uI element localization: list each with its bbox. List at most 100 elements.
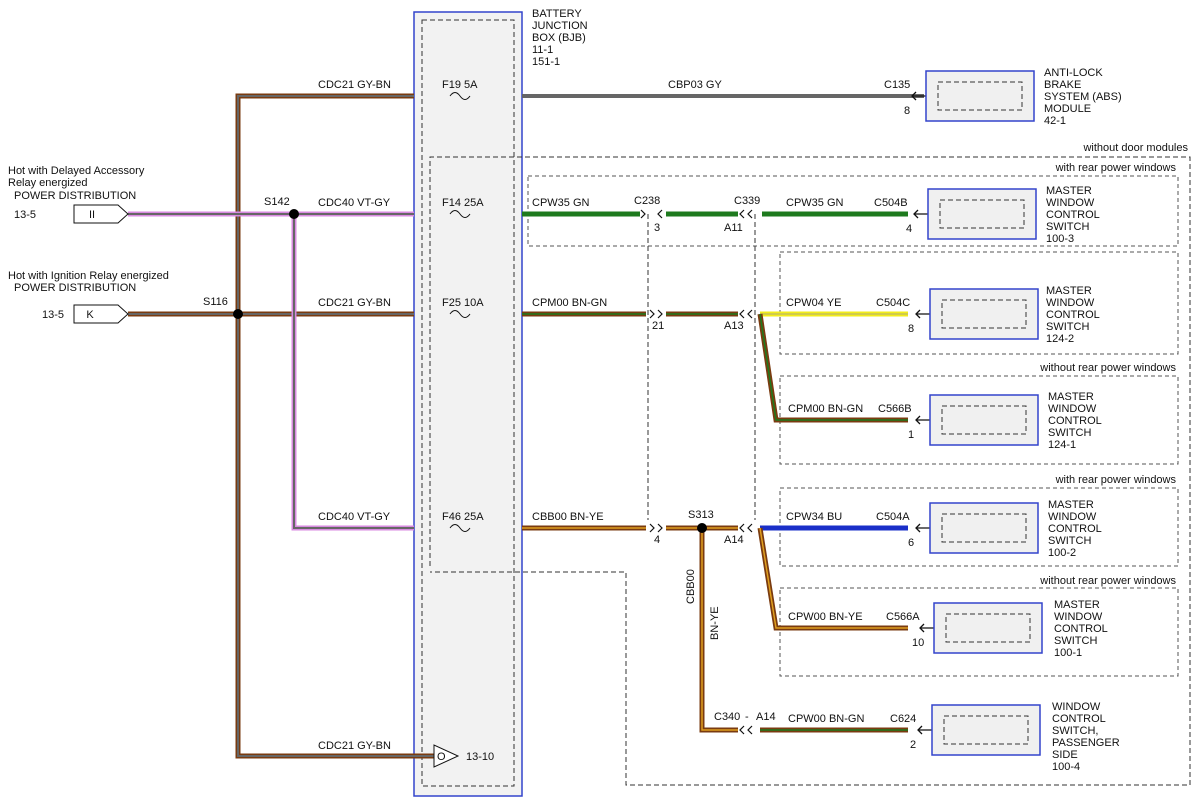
option-label-3: without rear power windows bbox=[1039, 362, 1176, 374]
device-0-box bbox=[925, 70, 1035, 122]
device-3-name-line-1: WINDOW bbox=[1048, 403, 1097, 415]
connector-c238-name: C238 bbox=[634, 195, 660, 207]
device-1-box bbox=[927, 188, 1037, 240]
device-5-name-line-3: SWITCH bbox=[1054, 635, 1097, 647]
bjb-ref-2: 151-1 bbox=[532, 56, 560, 68]
circuit-cpm00-a: CPM00 BN-GN bbox=[532, 297, 607, 309]
splice-s313-dot bbox=[697, 523, 707, 533]
connector-c339-pin: A11 bbox=[724, 222, 743, 234]
device-5-name-line-0: MASTER bbox=[1054, 599, 1100, 611]
device-0-name-line-2: SYSTEM (ABS) bbox=[1044, 91, 1122, 103]
source-1-label: POWER DISTRIBUTION bbox=[14, 190, 136, 202]
circuit-cpw04: CPW04 YE bbox=[786, 297, 841, 309]
wiring-diagram: BATTERY JUNCTION BOX (BJB) 11-1 151-1 wi… bbox=[0, 0, 1200, 806]
source-2-desc-1: Hot with Ignition Relay energized bbox=[8, 270, 169, 282]
circuit-cpw35-b: CPW35 GN bbox=[786, 197, 844, 209]
option-label-2: with rear power windows bbox=[1055, 162, 1177, 174]
source-2-connector bbox=[73, 304, 129, 324]
device-5-connector-name: C566A bbox=[886, 611, 920, 623]
device-0-name-line-3: MODULE bbox=[1044, 103, 1091, 115]
device-5-connector-pin: 10 bbox=[912, 637, 924, 649]
connector-c340-sep: - bbox=[745, 711, 749, 723]
device-3-name-line-3: SWITCH bbox=[1048, 427, 1091, 439]
device-1-name-line-0: MASTER bbox=[1046, 185, 1092, 197]
device-1-name-line-1: WINDOW bbox=[1046, 197, 1095, 209]
device-5-box bbox=[933, 602, 1043, 654]
circuit-cpw00-gn: CPW00 BN-GN bbox=[788, 713, 864, 725]
fuse-label-f14: F14 25A bbox=[442, 197, 484, 209]
device-4-ref: 100-2 bbox=[1048, 547, 1076, 559]
fuse-label-f46: F46 25A bbox=[442, 511, 484, 523]
device-4-connector-name: C504A bbox=[876, 511, 910, 523]
device-1-connector-name: C504B bbox=[874, 197, 908, 209]
connector-c340-name: C340 bbox=[714, 711, 740, 723]
connector-c339-pin-a14: A14 bbox=[724, 534, 744, 546]
source-1-desc-1: Hot with Delayed Accessory bbox=[8, 165, 145, 177]
splice-s313-label: S313 bbox=[688, 509, 714, 521]
connector-c339-name: C339 bbox=[734, 195, 760, 207]
circuit-label-in-5: CDC21 GY-BN bbox=[318, 740, 391, 752]
fuse-label-f25: F25 10A bbox=[442, 297, 484, 309]
connector-c340-pin: A14 bbox=[756, 711, 776, 723]
splice-s142-label: S142 bbox=[264, 196, 290, 208]
device-6-name-line-0: WINDOW bbox=[1052, 701, 1101, 713]
device-4-box bbox=[929, 502, 1039, 554]
device-2-name-line-0: MASTER bbox=[1046, 285, 1092, 297]
circuit-cpw00-ye: CPW00 BN-YE bbox=[788, 611, 863, 623]
device-5-name-line-2: CONTROL bbox=[1054, 623, 1108, 635]
device-2-connector-pin: 8 bbox=[908, 323, 914, 335]
device-1-name-line-3: SWITCH bbox=[1046, 221, 1089, 233]
device-3-name-line-2: CONTROL bbox=[1048, 415, 1102, 427]
circuit-cbp03: CBP03 GY bbox=[668, 79, 722, 91]
bjb-title-3: BOX (BJB) bbox=[532, 32, 586, 44]
source-2-pin: K bbox=[86, 309, 94, 321]
circuit-label-in-2: CDC40 VT-GY bbox=[318, 197, 391, 209]
device-1-connector-pin: 4 bbox=[906, 223, 912, 235]
device-3-ref: 124-1 bbox=[1048, 439, 1076, 451]
circuit-label-in-4: CDC40 VT-GY bbox=[318, 511, 391, 523]
device-0-connector-name: C135 bbox=[884, 79, 910, 91]
device-2-name-line-1: WINDOW bbox=[1046, 297, 1095, 309]
circuit-cpm00-b: CPM00 BN-GN bbox=[788, 403, 863, 415]
wire-cdc21-trunk-stripe bbox=[237, 95, 434, 757]
wire-cbb00 bbox=[522, 525, 738, 733]
device-0-name-line-0: ANTI-LOCK bbox=[1044, 67, 1103, 79]
device-4-name-line-3: SWITCH bbox=[1048, 535, 1091, 547]
device-4-connector-pin: 6 bbox=[908, 537, 914, 549]
device-0-name-line-1: BRAKE bbox=[1044, 79, 1081, 91]
source-1-connector bbox=[73, 204, 129, 224]
circuit-cpw34: CPW34 BU bbox=[786, 511, 842, 523]
fuse-label-f19: F19 5A bbox=[442, 79, 478, 91]
device-6-name-line-1: CONTROL bbox=[1052, 713, 1106, 725]
circuit-cbb00: CBB00 BN-YE bbox=[532, 511, 604, 523]
circuit-label-in-3: CDC21 GY-BN bbox=[318, 297, 391, 309]
source-1-desc-2: Relay energized bbox=[8, 177, 88, 189]
device-6-name-line-3: PASSENGER bbox=[1052, 737, 1120, 749]
circuit-cpw35-a: CPW35 GN bbox=[532, 197, 590, 209]
source-2-label: POWER DISTRIBUTION bbox=[14, 282, 136, 294]
device-2-box bbox=[929, 288, 1039, 340]
wiring-diagram-svg: BATTERY JUNCTION BOX (BJB) 11-1 151-1 wi… bbox=[8, 8, 1191, 797]
device-2-name-line-2: CONTROL bbox=[1046, 309, 1100, 321]
splice-s116-label: S116 bbox=[203, 296, 228, 308]
source-1-ref: 13-5 bbox=[14, 209, 36, 221]
connector-c238-pin: 3 bbox=[654, 222, 660, 234]
device-1-name-line-2: CONTROL bbox=[1046, 209, 1100, 221]
connector-c339-pin-a13: A13 bbox=[724, 320, 744, 332]
wire-cdc40 bbox=[128, 211, 414, 531]
device-3-connector-name: C566B bbox=[878, 403, 912, 415]
device-0-ref: 42-1 bbox=[1044, 115, 1066, 127]
option-box-without-door-modules bbox=[429, 156, 1191, 786]
device-3-name-line-0: MASTER bbox=[1048, 391, 1094, 403]
device-5-name-line-1: WINDOW bbox=[1054, 611, 1103, 623]
wire-cdc21-trunk bbox=[235, 93, 434, 759]
device-4-name-line-0: MASTER bbox=[1048, 499, 1094, 511]
bjb-title-1: BATTERY bbox=[532, 8, 582, 20]
ground-pin: O bbox=[437, 751, 446, 763]
option-label-5: without rear power windows bbox=[1039, 575, 1176, 587]
source-1-pin: II bbox=[89, 209, 95, 221]
circuit-label-in-1: CDC21 GY-BN bbox=[318, 79, 391, 91]
inline-connector-marks bbox=[640, 209, 753, 735]
wire-cdc40-stripe bbox=[128, 213, 414, 529]
device-3-connector-pin: 1 bbox=[908, 429, 914, 441]
